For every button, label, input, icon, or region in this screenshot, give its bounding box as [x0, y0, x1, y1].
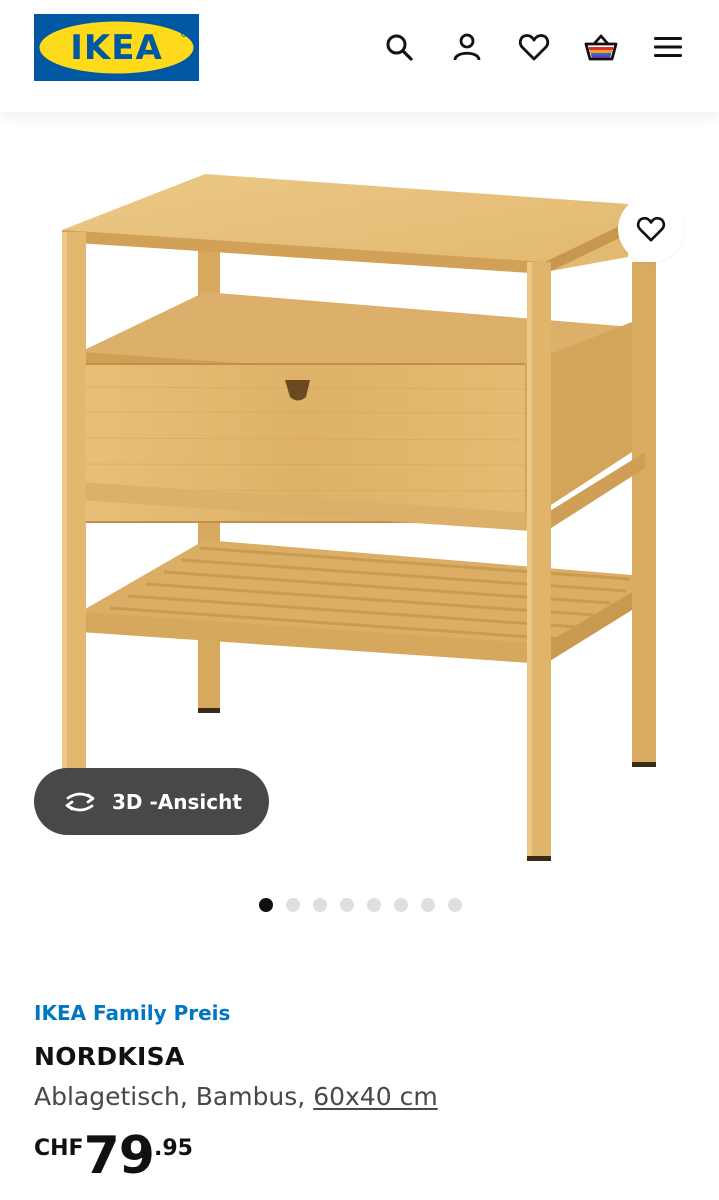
pagination-dot[interactable] — [286, 898, 300, 912]
product-price: CHF 79 .95 — [34, 1128, 193, 1184]
pagination-dot[interactable] — [421, 898, 435, 912]
product-gallery[interactable]: 3D -Ansicht — [0, 112, 719, 882]
menu-icon[interactable] — [651, 30, 685, 64]
price-integer: 79 — [83, 1126, 155, 1186]
view-3d-label: 3D -Ansicht — [112, 789, 242, 814]
pagination-dot[interactable] — [448, 898, 462, 912]
logo-text: IKEA — [70, 28, 163, 68]
heart-icon — [636, 216, 666, 242]
add-to-favourites-button[interactable] — [618, 196, 684, 262]
account-icon[interactable] — [450, 30, 484, 64]
pagination-dot[interactable] — [394, 898, 408, 912]
view-3d-button[interactable]: 3D -Ansicht — [34, 768, 269, 835]
shopping-bag-icon[interactable] — [584, 30, 618, 64]
measurement-link[interactable]: 60x40 cm — [313, 1082, 437, 1111]
product-description: Ablagetisch, Bambus, 60x40 cm — [34, 1082, 438, 1111]
pagination-dot[interactable] — [313, 898, 327, 912]
price-decimal: .95 — [153, 1136, 193, 1161]
rotate-3d-icon — [65, 792, 95, 811]
pagination-dot[interactable] — [367, 898, 381, 912]
site-header: IKEA — [0, 0, 719, 112]
pagination-dot[interactable] — [340, 898, 354, 912]
gallery-pagination — [0, 898, 719, 914]
product-description-text: Ablagetisch, Bambus, — [34, 1082, 314, 1111]
ikea-logo[interactable]: IKEA — [34, 14, 199, 81]
favourites-icon[interactable] — [517, 30, 551, 64]
product-image[interactable] — [0, 112, 719, 882]
family-price-label: IKEA Family Preis — [34, 1001, 231, 1025]
price-currency: CHF — [34, 1136, 84, 1161]
pagination-dot[interactable] — [259, 898, 273, 912]
search-icon[interactable] — [382, 30, 416, 64]
product-name: NORDKISA — [34, 1042, 185, 1071]
